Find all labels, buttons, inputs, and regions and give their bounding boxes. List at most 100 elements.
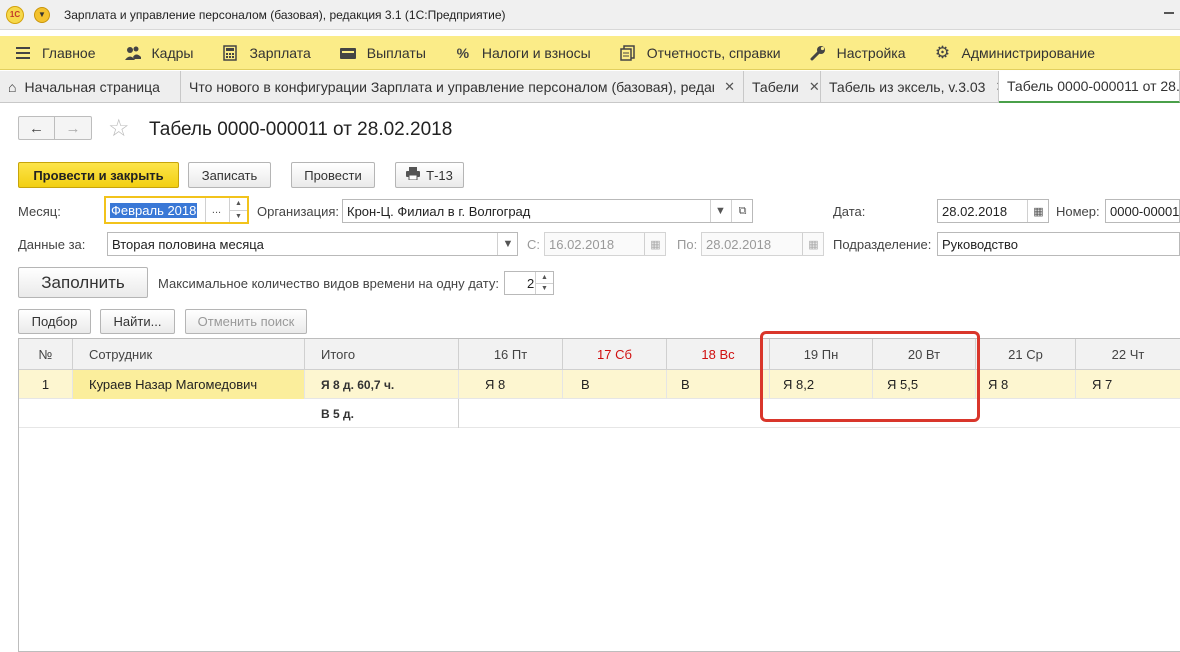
day-cell[interactable]: В [667,370,770,399]
day-cell[interactable]: Я 8 [976,370,1076,399]
section-salary[interactable]: Зарплата [207,36,324,70]
section-reports[interactable]: Отчетность, справки [605,36,795,70]
organization-label: Организация: [257,204,340,219]
section-main[interactable]: Главное [0,36,110,70]
section-hr[interactable]: Кадры [110,36,208,70]
month-field[interactable]: Февраль 2018 ... ▲ ▼ [104,196,249,224]
open-link-icon[interactable]: ⧉ [731,200,752,222]
empty-cell [19,399,73,428]
max-types-label: Максимальное количество видов времени на… [158,276,499,291]
tab-current-document[interactable]: Табель 0000-000011 от 28.02.2018 [999,71,1180,103]
day-cell[interactable]: Я 7 [1076,370,1180,399]
fill-button[interactable]: Заполнить [18,267,148,298]
section-payments[interactable]: Выплаты [325,36,440,70]
to-date-field: 28.02.2018 ▦ [701,232,824,256]
reports-icon [619,44,637,62]
tab-home[interactable]: ⌂ Начальная страница [0,71,181,103]
column-header-total[interactable]: Итого [305,339,459,370]
chevron-down-icon[interactable]: ▼ [497,233,517,255]
tab-label: Что нового в конфигурации Зарплата и упр… [189,79,715,95]
from-date-field: 16.02.2018 ▦ [544,232,666,256]
t13-label: Т-13 [426,167,453,183]
day-cell[interactable]: В [563,370,667,399]
month-label: Месяц: [18,204,61,219]
empty-cell [73,399,305,428]
tab-label: Табель 0000-000011 от 28.02.2018 [1007,78,1180,94]
total-cell-line2[interactable]: В 5 д. [305,399,459,428]
department-field[interactable]: Руководство [937,232,1180,256]
highlight-frame [760,331,980,422]
day-cell[interactable]: Я 8 [459,370,563,399]
back-arrow-icon[interactable]: ← [19,117,56,139]
section-label: Администрирование [961,44,1096,61]
find-button[interactable]: Найти... [100,309,175,334]
section-label: Отчетность, справки [646,44,781,61]
section-taxes[interactable]: % Налоги и взносы [440,36,605,70]
employee-cell[interactable]: Кураев Назар Магомедович [73,370,305,399]
from-label: С: [527,237,540,252]
percent-icon: % [456,44,470,61]
row-number: 1 [19,370,73,399]
section-admin[interactable]: ⚙ Администрирование [920,36,1110,70]
number-label: Номер: [1056,204,1100,219]
table-row[interactable]: 1 Кураев Назар Магомедович Я 8 д. 60,7 ч… [19,370,1180,399]
pick-button[interactable]: Подбор [18,309,91,334]
section-settings[interactable]: Настройка [795,36,920,70]
save-button[interactable]: Записать [188,162,271,188]
from-date-value: 16.02.2018 [549,236,615,252]
minimize-icon[interactable] [1164,12,1174,14]
section-label: Главное [42,44,96,61]
timesheet-table: № Сотрудник Итого 16 Пт 17 Сб 18 Вс 19 П… [18,338,1180,652]
tab-timesheets[interactable]: Табели ✕ [744,71,821,103]
calendar-icon[interactable]: ▦ [1027,200,1048,222]
tab-whats-new[interactable]: Что нового в конфигурации Зарплата и упр… [181,71,744,103]
to-label: По: [677,237,698,252]
forward-arrow-icon[interactable]: → [55,117,91,139]
total-cell[interactable]: Я 8 д. 60,7 ч. [305,370,459,399]
month-choose-button[interactable]: ... [205,198,227,222]
number-field[interactable]: 0000-000011 [1105,199,1180,223]
column-header-employee[interactable]: Сотрудник [73,339,305,370]
close-icon[interactable]: ✕ [809,79,820,95]
date-field[interactable]: 28.02.2018 ▦ [937,199,1049,223]
max-types-stepper[interactable]: ▲ ▼ [535,272,553,294]
cancel-search-button[interactable]: Отменить поиск [185,309,307,334]
chevron-down-icon[interactable]: ▼ [710,200,730,222]
max-types-field[interactable]: 2 ▲ ▼ [504,271,554,295]
section-label: Настройка [836,44,906,61]
calculator-icon [221,44,239,62]
open-windows-tabs: ⌂ Начальная страница Что нового в конфиг… [0,71,1180,103]
calendar-icon: ▦ [802,233,823,255]
data-for-label: Данные за: [18,237,86,252]
month-stepper[interactable]: ▲ ▼ [229,198,247,222]
favorite-star-icon[interactable]: ☆ [108,114,130,143]
wallet-icon [339,44,357,62]
tab-excel-timesheet[interactable]: Табель из эксель, v.3.03 ✕ [821,71,999,103]
column-header-day[interactable]: 21 Ср [976,339,1076,370]
data-for-field[interactable]: Вторая половина месяца ▼ [107,232,518,256]
column-header-day[interactable]: 22 Чт [1076,339,1180,370]
organization-field[interactable]: Крон-Ц. Филиал в г. Волгоград ▼ ⧉ [342,199,753,223]
organization-value: Крон-Ц. Филиал в г. Волгоград [347,203,531,219]
column-header-day-weekend[interactable]: 17 Сб [563,339,667,370]
sections-panel: Главное Кадры Зарплата Выплаты % Налоги … [0,36,1180,70]
window-title-bar: 1С ▼ Зарплата и управление персоналом (б… [0,0,1180,30]
close-icon[interactable]: ✕ [724,79,735,95]
post-and-close-button[interactable]: Провести и закрыть [18,162,179,188]
calendar-icon: ▦ [644,233,665,255]
max-types-value: 2 [527,275,535,291]
printer-icon [406,167,421,183]
column-header-day[interactable]: 16 Пт [459,339,563,370]
t13-print-button[interactable]: Т-13 [395,162,464,188]
home-icon: ⌂ [8,79,17,95]
tab-label: Табели [752,79,799,95]
department-label: Подразделение: [833,237,932,252]
post-button[interactable]: Провести [291,162,375,188]
section-label: Выплаты [366,44,426,61]
app-logo-icon: 1С [6,5,24,24]
data-for-value: Вторая половина месяца [112,236,264,252]
column-header-day-weekend[interactable]: 18 Вс [667,339,770,370]
window-title: Зарплата и управление персоналом (базова… [64,7,506,22]
column-header-number[interactable]: № [19,339,73,370]
main-menu-icon[interactable]: ▼ [34,6,50,23]
